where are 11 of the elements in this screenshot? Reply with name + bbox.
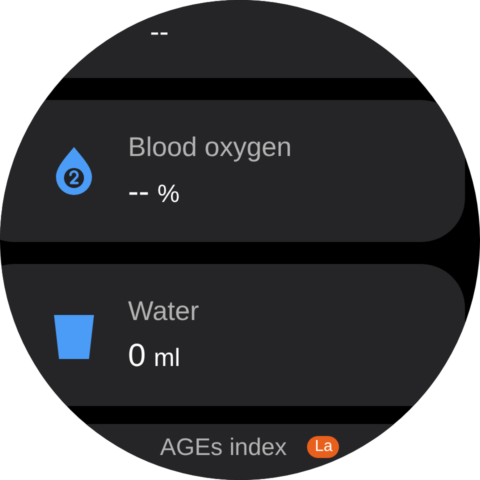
metric-unit: ml [154,344,180,373]
index-title: AGEs index [160,434,287,462]
summary-value: -- [150,16,169,47]
metric-card[interactable]: Water 0 ml [0,264,465,406]
metric-unit: % [157,180,180,209]
label-badge: La [306,436,339,458]
metric-value: -- [128,173,150,210]
metric-title: Blood oxygen [128,132,292,163]
metric-title: Water [128,296,200,327]
metric-value: 0 [128,337,146,374]
metric-card[interactable]: Blood oxygen -- % [0,100,465,242]
